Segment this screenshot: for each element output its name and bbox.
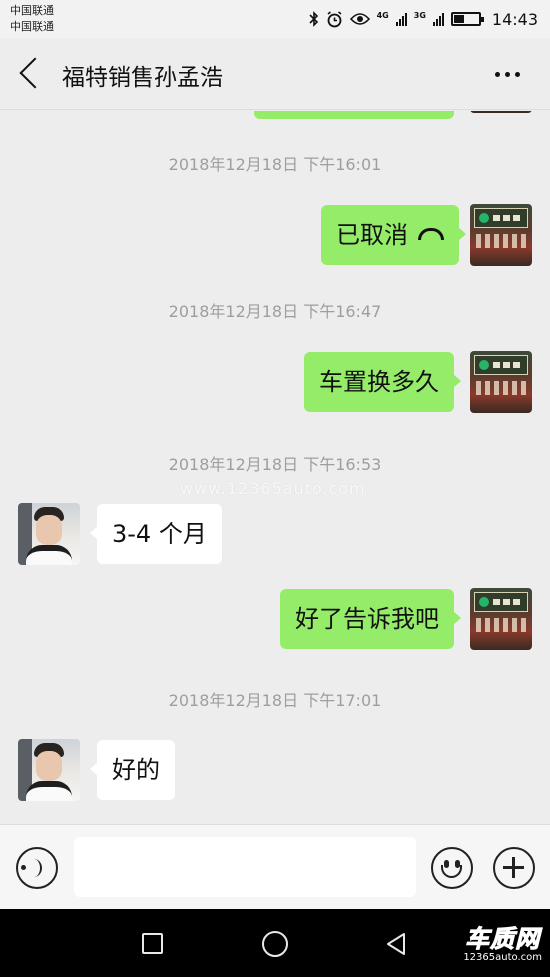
message-text: 3-4 个月 — [112, 520, 207, 548]
signal-icon-1 — [395, 12, 407, 26]
eye-icon — [349, 13, 370, 25]
carrier-label-1: 中国联通 — [10, 4, 54, 17]
message-text: 好的 — [112, 756, 160, 784]
contact-avatar[interactable] — [18, 739, 80, 801]
received-message-bubble[interactable]: 3-4 个月 — [90, 504, 222, 564]
system-navigation-bar: 车质网 12365auto.com — [0, 909, 550, 977]
alarm-icon — [327, 10, 342, 27]
sent-message-bubble[interactable]: 车置换多久 — [304, 352, 461, 412]
timestamp: 2018年12月18日 下午16:53 — [168, 455, 382, 474]
back-arrow-icon[interactable] — [19, 57, 51, 89]
my-avatar[interactable] — [470, 204, 532, 266]
logo-main-text: 车质网 — [465, 925, 541, 954]
message-text: 车置换多久 — [319, 368, 439, 396]
received-message-bubble[interactable]: 好的 — [90, 740, 175, 800]
chat-title: 福特销售孙孟浩 — [62, 65, 223, 91]
chat-message-list[interactable]: 2018年12月18日 下午16:01 已取消 2018年12月18日 下午16… — [0, 111, 550, 824]
clock-time: 14:43 — [491, 9, 538, 29]
voice-input-button[interactable] — [16, 847, 58, 889]
my-avatar[interactable] — [470, 588, 532, 650]
logo-sub-text: 12365auto.com — [463, 952, 542, 963]
carrier-label-2: 中国联通 — [10, 20, 54, 33]
bluetooth-icon — [309, 11, 318, 27]
system-back-button[interactable] — [384, 932, 408, 956]
signal-icon-2 — [432, 12, 444, 26]
network-type-2: 3G — [413, 10, 426, 20]
home-button[interactable] — [262, 931, 288, 957]
my-avatar[interactable] — [470, 351, 532, 413]
emoji-button[interactable] — [431, 847, 473, 889]
status-icons: 4G 3G 14:43 — [309, 8, 538, 30]
message-input-bar — [0, 824, 550, 909]
timestamp: 2018年12月18日 下午16:01 — [168, 155, 382, 174]
more-options-icon[interactable] — [495, 72, 520, 77]
timestamp: 2018年12月18日 下午17:01 — [168, 691, 382, 710]
message-input[interactable] — [74, 837, 416, 897]
network-type-1: 4G — [376, 10, 389, 20]
chat-header: 福特销售孙孟浩 — [0, 38, 550, 110]
recent-apps-button[interactable] — [142, 933, 163, 954]
previous-sender-avatar[interactable] — [470, 111, 532, 113]
sent-message-bubble[interactable]: 好了告诉我吧 — [280, 589, 461, 649]
previous-message-bubble[interactable] — [254, 111, 454, 119]
site-logo: 车质网 12365auto.com — [463, 919, 542, 964]
phone-hangup-icon — [418, 228, 444, 240]
sent-message-bubble[interactable]: 已取消 — [321, 205, 466, 265]
status-bar: 中国联通 中国联通 4G 3G 14:43 — [0, 0, 550, 38]
message-text: 已取消 — [336, 221, 408, 249]
contact-avatar[interactable] — [18, 503, 80, 565]
timestamp: 2018年12月18日 下午16:47 — [168, 302, 382, 321]
message-text: 好了告诉我吧 — [295, 605, 439, 633]
more-functions-button[interactable] — [493, 847, 535, 889]
battery-icon — [450, 12, 484, 26]
watermark-text: www.12365auto.com — [180, 479, 366, 498]
